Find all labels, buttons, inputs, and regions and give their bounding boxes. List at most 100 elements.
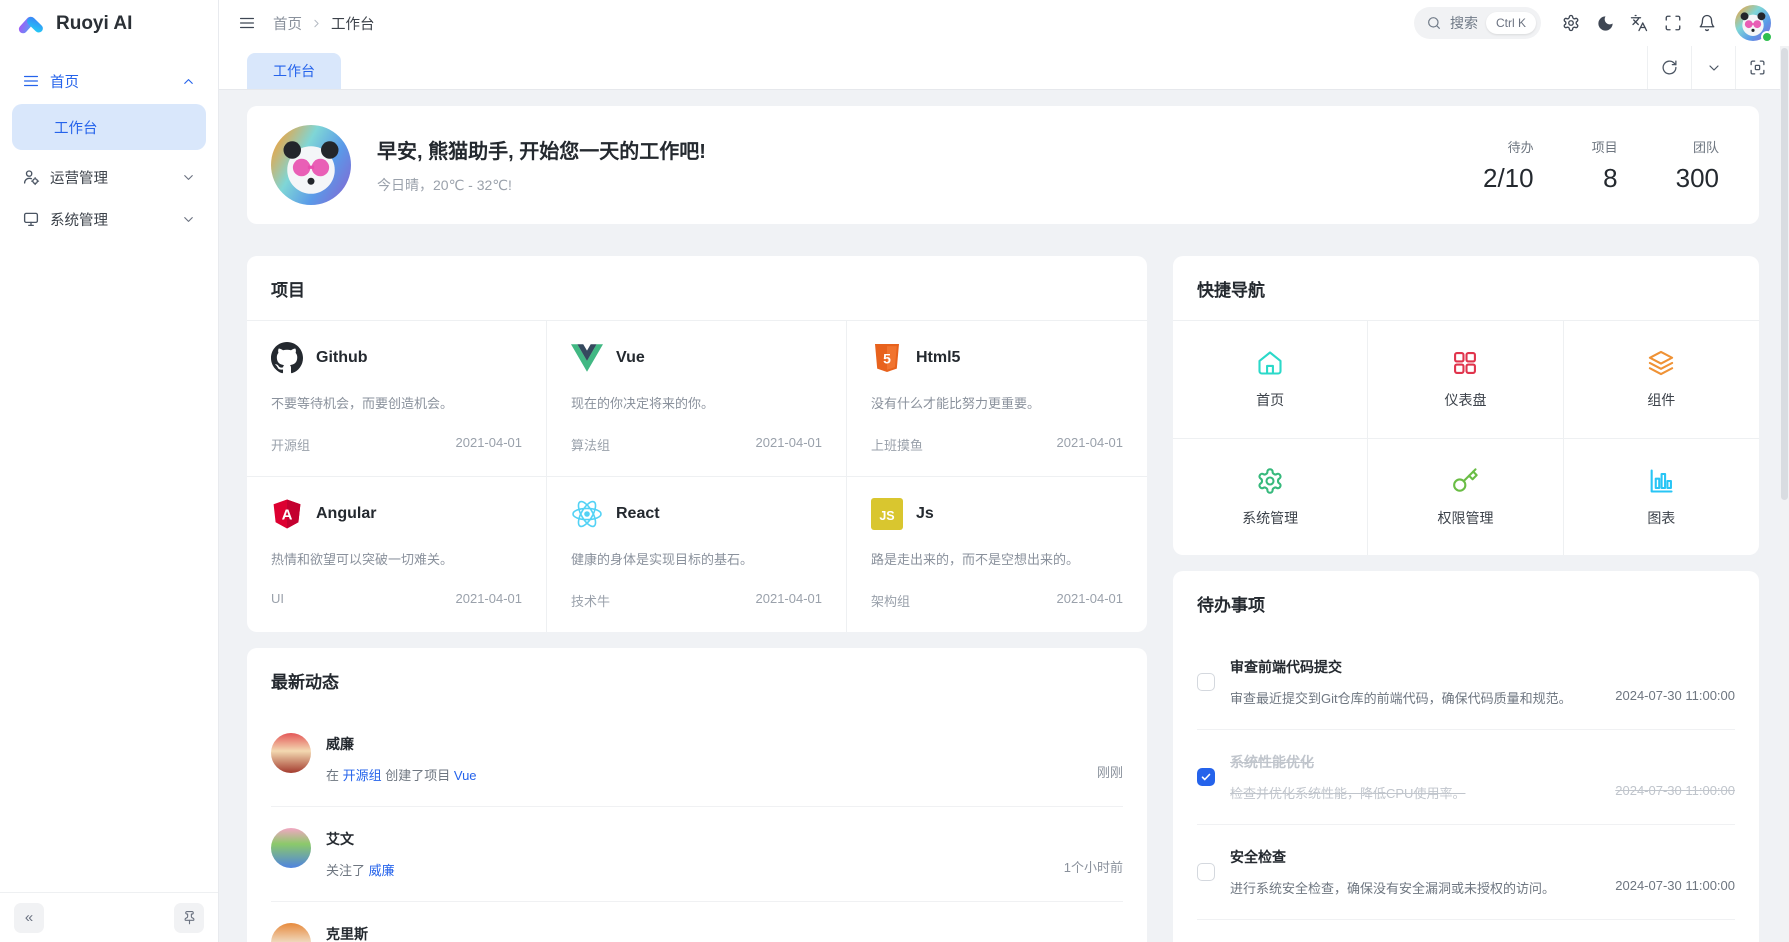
panda-avatar <box>271 125 351 205</box>
scrollbar-thumb[interactable] <box>1781 48 1788 500</box>
search-input[interactable]: 搜索 Ctrl K <box>1414 7 1541 39</box>
app-title: Ruoyi AI <box>56 13 132 35</box>
monitor-icon <box>22 210 40 228</box>
activity-card: 最新动态 威廉 在 开源组 创建了项目 Vue 刚刚 <box>247 648 1147 942</box>
project-name: Angular <box>316 505 376 523</box>
svg-text:5: 5 <box>883 351 891 367</box>
bell-icon[interactable] <box>1691 7 1723 39</box>
greeting-subtitle: 今日晴，20℃ - 32℃! <box>377 175 706 195</box>
breadcrumb-home[interactable]: 首页 <box>273 13 302 34</box>
project-card-github[interactable]: Github 不要等待机会，而要创造机会。 开源组 2021-04-01 <box>247 321 547 476</box>
breadcrumb: 首页 工作台 <box>273 13 375 34</box>
gear-icon[interactable] <box>1555 7 1587 39</box>
activity-line: 在 开源组 创建了项目 Vue <box>326 765 477 784</box>
chevron-down-icon <box>181 170 196 185</box>
project-card-js[interactable]: JS Js 路是走出来的，而不是空想出来的。 架构组 2021-04-01 <box>847 476 1147 632</box>
activity-link[interactable]: 开源组 <box>343 768 382 783</box>
activity-list: 威廉 在 开源组 创建了项目 Vue 刚刚 艾文 <box>247 712 1147 942</box>
project-desc: 路是走出来的，而不是空想出来的。 <box>871 549 1123 568</box>
todo-item-desc: 检查并优化系统性能，降低CPU使用率。 <box>1230 783 1465 802</box>
sidebar-item-operations[interactable]: 运营管理 <box>12 156 206 198</box>
todo-checkbox[interactable] <box>1197 673 1215 691</box>
quicknav-item-system[interactable]: 系统管理 <box>1173 438 1368 555</box>
greeting-text: 早安, 熊猫助手, 开始您一天的工作吧! 今日晴，20℃ - 32℃! <box>377 135 706 195</box>
sidebar-menu: 首页 工作台 运营管理 <box>0 48 218 892</box>
sidebar-item-label: 运营管理 <box>50 167 108 188</box>
svg-text:JS: JS <box>879 509 894 523</box>
activity-line: 关注了 威廉 <box>326 860 395 879</box>
todo-item-time: 2024-07-30 11:00:00 <box>1615 783 1735 802</box>
html5-icon: 5 <box>871 342 903 374</box>
sidebar-item-workbench[interactable]: 工作台 <box>12 104 206 150</box>
topbar: 首页 工作台 搜索 Ctrl K <box>219 0 1789 46</box>
tab-bar: 工作台 <box>219 46 1789 90</box>
avatar <box>271 828 311 868</box>
quicknav-card: 快捷导航 首页 <box>1173 256 1759 555</box>
project-desc: 现在的你决定将来的你。 <box>571 393 822 412</box>
fullscreen-icon[interactable] <box>1657 7 1689 39</box>
project-group: 架构组 <box>871 591 910 610</box>
stat-projects: 项目 8 <box>1592 137 1618 194</box>
app-logo[interactable]: Ruoyi AI <box>0 0 218 48</box>
activity-time: 刚刚 <box>1097 762 1123 784</box>
project-desc: 健康的身体是实现目标的基石。 <box>571 549 822 568</box>
quicknav-grid: 首页 仪表盘 <box>1173 320 1759 555</box>
translate-icon[interactable] <box>1623 7 1655 39</box>
quicknav-item-dashboard[interactable]: 仪表盘 <box>1368 321 1563 438</box>
project-desc: 不要等待机会，而要创造机会。 <box>271 393 522 412</box>
quicknav-item-home[interactable]: 首页 <box>1173 321 1368 438</box>
activity-link[interactable]: Vue <box>454 768 477 783</box>
sidebar-item-system[interactable]: 系统管理 <box>12 198 206 240</box>
svg-text:A: A <box>282 507 293 524</box>
search-shortcut-badge: Ctrl K <box>1486 12 1536 34</box>
stat-todo: 待办 2/10 <box>1483 137 1534 194</box>
quicknav-item-components[interactable]: 组件 <box>1564 321 1759 438</box>
online-status-dot <box>1761 31 1773 43</box>
sidebar-item-label: 系统管理 <box>50 209 108 230</box>
quicknav-item-permissions[interactable]: 权限管理 <box>1368 438 1563 555</box>
gear-icon <box>1256 467 1284 495</box>
project-group: 技术牛 <box>571 591 610 610</box>
greeting-stats: 待办 2/10 项目 8 团队 300 <box>1483 137 1719 194</box>
menu-toggle-button[interactable] <box>231 7 263 39</box>
project-name: Vue <box>616 349 645 367</box>
activity-item: 威廉 在 开源组 创建了项目 Vue 刚刚 <box>271 712 1123 806</box>
avatar <box>271 733 311 773</box>
user-avatar[interactable] <box>1735 5 1771 41</box>
topbar-icons <box>1555 7 1723 39</box>
greeting-card: 早安, 熊猫助手, 开始您一天的工作吧! 今日晴，20℃ - 32℃! 待办 2… <box>247 106 1759 224</box>
todo-item-time: 2024-07-30 11:00:00 <box>1615 878 1735 897</box>
activity-time: 1个小时前 <box>1064 857 1123 879</box>
project-card-html5[interactable]: 5 Html5 没有什么才能比努力更重要。 上班摸鱼 2021-04-01 <box>847 321 1147 476</box>
project-date: 2021-04-01 <box>456 591 523 606</box>
sidebar-collapse-button[interactable]: « <box>14 903 44 933</box>
tab-workbench[interactable]: 工作台 <box>247 53 341 89</box>
todo-item-title: 审查前端代码提交 <box>1230 657 1735 677</box>
activity-link[interactable]: 威廉 <box>369 863 395 878</box>
refresh-icon[interactable] <box>1647 46 1691 89</box>
project-date: 2021-04-01 <box>456 435 523 454</box>
todo-list: 审查前端代码提交 审查最近提交到Git仓库的前端代码，确保代码质量和规范。 20… <box>1173 635 1759 942</box>
todo-item-title: 系统性能优化 <box>1230 752 1735 772</box>
todo-item: 安全检查 进行系统安全检查，确保没有安全漏洞或未授权的访问。 2024-07-3… <box>1197 824 1735 919</box>
quicknav-item-charts[interactable]: 图表 <box>1564 438 1759 555</box>
activity-user: 威廉 <box>326 734 477 754</box>
sidebar-item-home[interactable]: 首页 <box>12 60 206 102</box>
pin-icon[interactable] <box>174 903 204 933</box>
moon-icon[interactable] <box>1589 7 1621 39</box>
maximize-icon[interactable] <box>1735 46 1779 89</box>
project-card-angular[interactable]: A Angular 热情和欲望可以突破一切难关。 UI 2021-04-01 <box>247 476 547 632</box>
sidebar-footer: « <box>0 892 218 942</box>
chevron-down-icon[interactable] <box>1691 46 1735 89</box>
vertical-scrollbar[interactable] <box>1780 46 1789 942</box>
sidebar-item-label: 首页 <box>50 71 79 92</box>
todo-checkbox[interactable] <box>1197 768 1215 786</box>
project-card-vue[interactable]: Vue 现在的你决定将来的你。 算法组 2021-04-01 <box>547 321 847 476</box>
breadcrumb-current: 工作台 <box>331 13 375 34</box>
project-desc: 没有什么才能比努力更重要。 <box>871 393 1123 412</box>
todo-checkbox[interactable] <box>1197 863 1215 881</box>
page-content: 早安, 熊猫助手, 开始您一天的工作吧! 今日晴，20℃ - 32℃! 待办 2… <box>219 90 1789 942</box>
todo-item-time: 2024-07-30 11:00:00 <box>1615 688 1735 707</box>
project-card-react[interactable]: React 健康的身体是实现目标的基石。 技术牛 2021-04-01 <box>547 476 847 632</box>
app-logo-icon <box>16 9 46 39</box>
